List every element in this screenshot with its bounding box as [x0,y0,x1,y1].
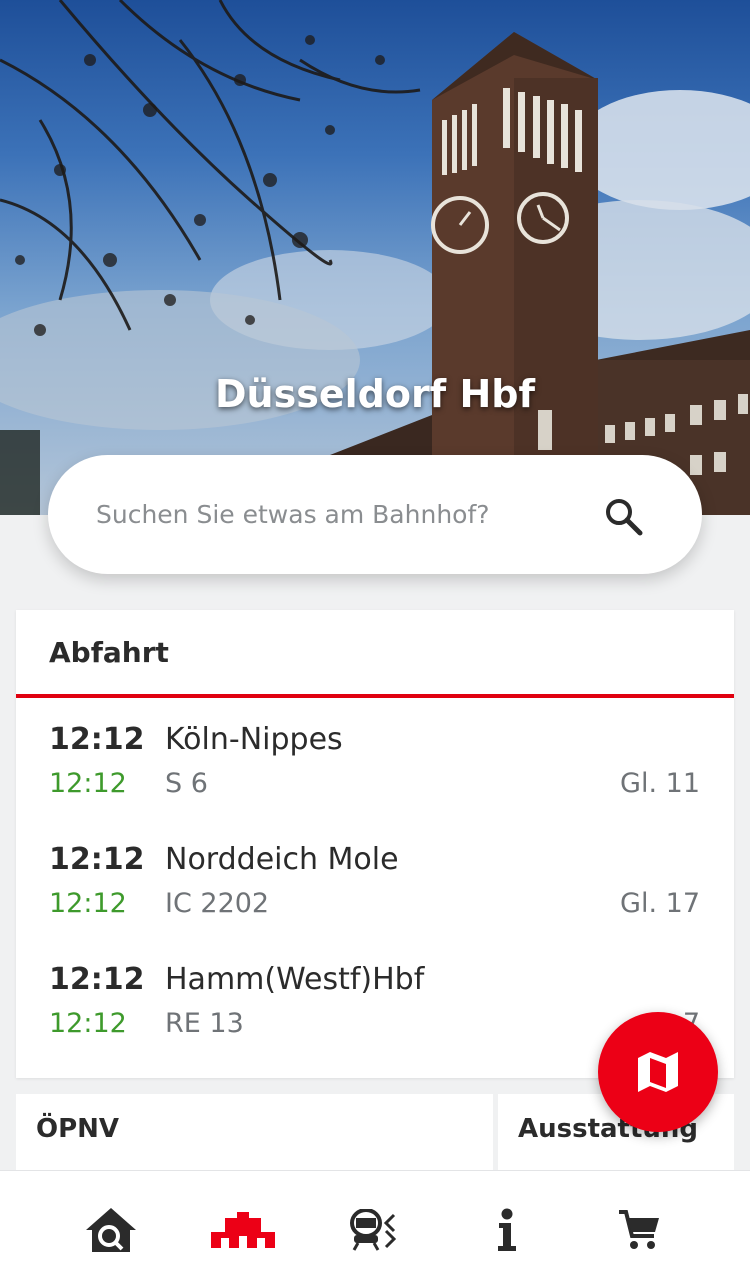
info-icon [498,1208,516,1251]
departure-line: S 6 [165,768,208,799]
departures-header: Abfahrt [16,610,734,698]
departure-row[interactable]: 12:12 Norddeich Mole 12:12 IC 2202 Gl. 1… [16,842,734,952]
home-search-icon [86,1208,136,1252]
nav-cart[interactable] [564,1171,714,1288]
station-hero: Düsseldorf Hbf [0,0,750,515]
departure-destination: Hamm(Westf)Hbf [165,962,425,997]
departure-time: 12:12 [49,722,145,757]
departures-title: Abfahrt [49,635,169,669]
cart-icon [619,1210,659,1249]
tile-oepnv-label: ÖPNV [36,1114,120,1144]
nav-home-search[interactable] [36,1171,186,1288]
nav-timetable[interactable] [300,1171,450,1288]
tile-oepnv[interactable]: ÖPNV [16,1094,493,1174]
departure-track: Gl. 17 [620,888,700,919]
nav-info[interactable] [432,1171,582,1288]
departure-time: 12:12 [49,842,145,877]
map-button[interactable] [598,1012,718,1132]
departure-destination: Köln-Nippes [165,722,343,757]
search-input[interactable] [96,455,596,574]
departure-realtime: 12:12 [49,1008,127,1039]
departure-realtime: 12:12 [49,768,127,799]
bottom-nav [0,1170,750,1288]
departure-track: Gl. 11 [620,768,700,799]
departure-time: 12:12 [49,962,145,997]
map-icon [638,1052,678,1092]
station-photo [0,0,750,515]
search-icon[interactable] [602,495,646,539]
departure-line: RE 13 [165,1008,244,1039]
departure-destination: Norddeich Mole [165,842,399,877]
departure-row[interactable]: 12:12 Köln-Nippes 12:12 S 6 Gl. 11 [16,722,734,832]
departures-card[interactable]: Abfahrt 12:12 Köln-Nippes 12:12 S 6 Gl. … [16,610,734,1078]
departure-line: IC 2202 [165,888,270,919]
station-title: Düsseldorf Hbf [215,372,535,416]
station-icon [211,1212,275,1248]
timetable-icon [350,1209,397,1251]
nav-station[interactable] [168,1171,318,1288]
departure-realtime: 12:12 [49,888,127,919]
